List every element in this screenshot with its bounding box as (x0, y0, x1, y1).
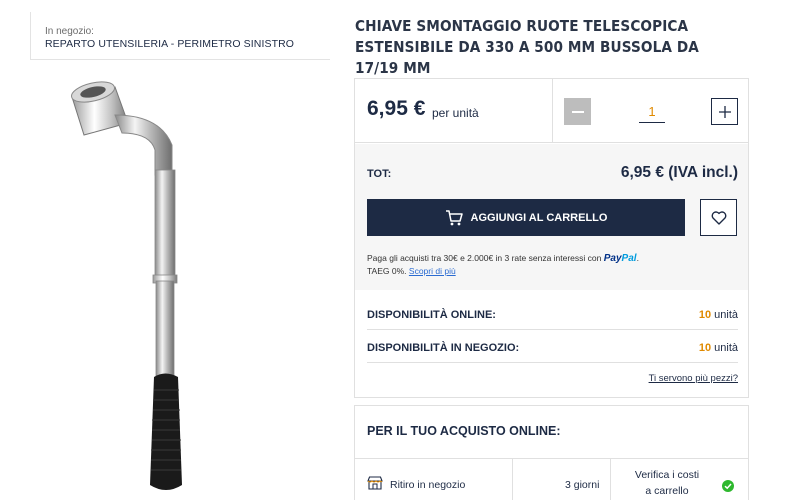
store-pickup-label: Ritiro in negozio (390, 479, 466, 491)
per-unit-label: per unità (432, 106, 479, 120)
availability-store-value: 10 unità (698, 342, 738, 354)
price-row: 6,95 € per unità (355, 79, 748, 143)
online-purchase-title: PER IL TUO ACQUISTO ONLINE: (367, 424, 561, 438)
product-image (70, 81, 182, 490)
add-to-cart-label: AGGIUNGI AL CARRELLO (470, 211, 608, 224)
store-icon (367, 476, 383, 490)
need-more-pieces-link[interactable]: Ti servono più pezzi? (649, 373, 738, 384)
quantity-input[interactable] (639, 101, 665, 123)
purchase-panel: 6,95 € per unità TOT: 6,95 € (IVA incl.)… (354, 78, 749, 398)
availability-online-label: DISPONIBILITÀ ONLINE: (367, 309, 496, 321)
paypal-text: Paga gli acquisti tra 30€ e 2.000€ in 3 … (367, 253, 602, 263)
availability-store-label: DISPONIBILITÀ IN NEGOZIO: (367, 342, 520, 354)
online-purchase-box: PER IL TUO ACQUISTO ONLINE: Ritiro in ne… (354, 405, 749, 500)
wishlist-button[interactable] (700, 199, 737, 236)
product-title: CHIAVE SMONTAGGIO RUOTE TELESCOPICA ESTE… (355, 17, 699, 77)
paypal-installments: Paga gli acquisti tra 30€ e 2.000€ in 3 … (367, 253, 639, 276)
pickup-cost-note: Verifica i costi a carrello (634, 469, 700, 497)
cart-icon (445, 209, 463, 225)
learn-more-link[interactable]: Scopri di più (409, 266, 456, 276)
store-label: In negozio: (45, 26, 94, 37)
minus-icon (571, 110, 584, 113)
total-section: TOT: 6,95 € (IVA incl.) AGGIUNGI AL CARR… (355, 144, 748, 290)
availability-store-row: DISPONIBILITÀ IN NEGOZIO: 10 unità (367, 330, 738, 363)
availability-online-value: 10 unità (698, 309, 738, 321)
store-location: REPARTO UTENSILERIA - PERIMETRO SINISTRO (45, 38, 295, 50)
heart-icon (711, 210, 726, 225)
plus-icon (718, 105, 731, 118)
add-to-cart-button[interactable]: AGGIUNGI AL CARRELLO (367, 199, 685, 236)
quantity-increase-button[interactable] (711, 98, 738, 125)
paypal-logo: PayPal (603, 253, 637, 264)
check-circle-icon (722, 480, 734, 492)
divider (552, 79, 553, 143)
store-location-box: In negozio: REPARTO UTENSILERIA - PERIME… (30, 12, 330, 60)
store-pickup-row: Ritiro in negozio 3 giorni Verifica i co… (355, 458, 748, 500)
availability-online-row: DISPONIBILITÀ ONLINE: 10 unità (367, 297, 738, 330)
total-label: TOT: (367, 168, 392, 180)
unit-price: 6,95 € (367, 97, 426, 120)
quantity-decrease-button[interactable] (564, 98, 591, 125)
taeg-text: TAEG 0%. (367, 266, 407, 276)
pickup-days: 3 giorni (565, 479, 600, 491)
total-value: 6,95 € (IVA incl.) (620, 164, 738, 181)
